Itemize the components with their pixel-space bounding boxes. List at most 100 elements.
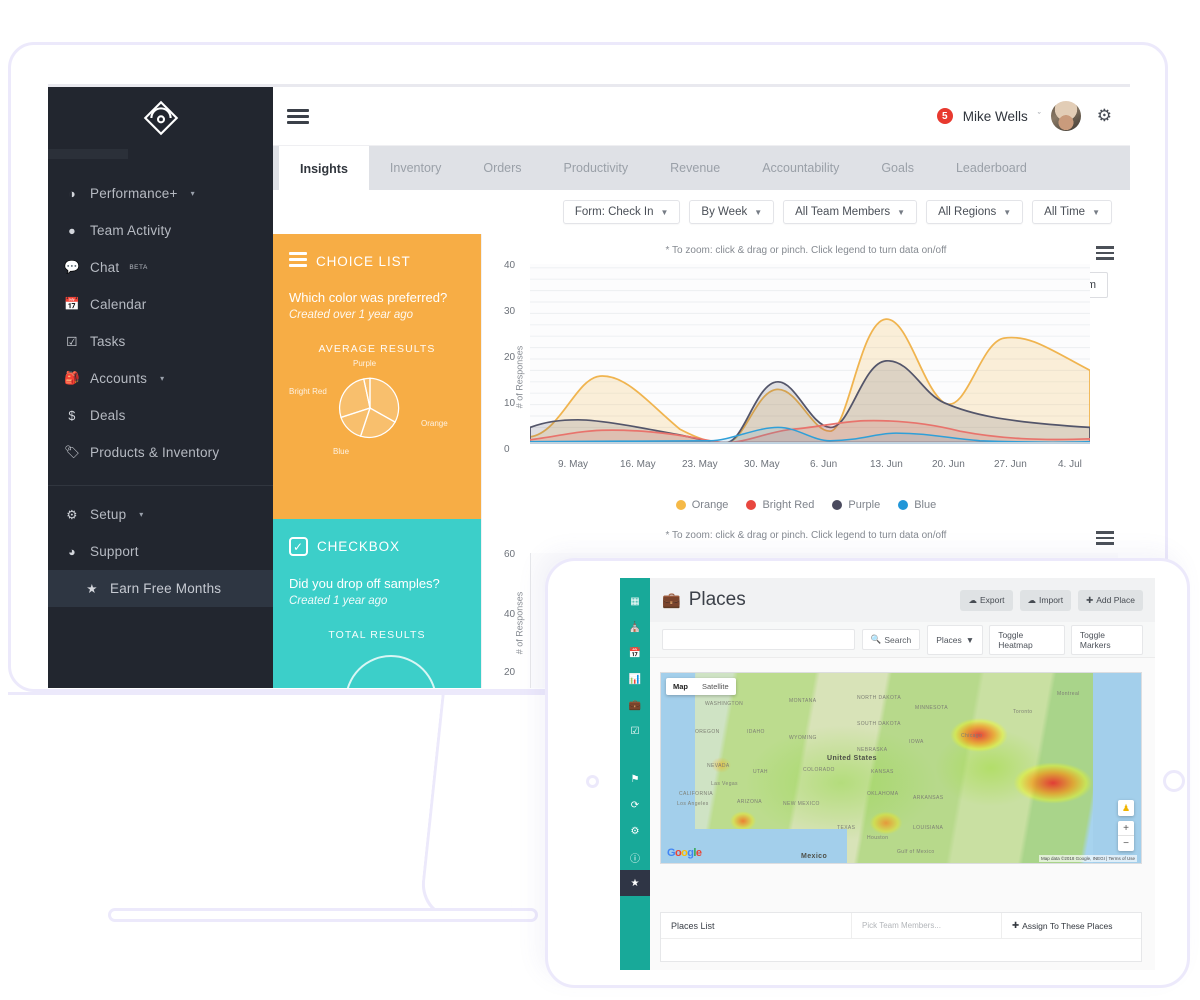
legend-item-purple[interactable]: Purple [832,499,880,511]
map-label: TEXAS [837,825,856,831]
question-card-choice-list[interactable]: CHOICE LIST Which color was preferred? C… [273,234,481,519]
dashboard-icon[interactable]: ▦ [620,588,650,614]
filter-regions[interactable]: All Regions ▼ [926,200,1024,224]
legend-item-bright-red[interactable]: Bright Red [746,499,814,511]
sidebar-nav-primary: ◑ Performance+ ▾ ● Team Activity 💬 Chat … [48,159,273,471]
map-container[interactable]: Map Satellite WASHINGTON MONTANA NORTH D… [660,672,1142,864]
info-icon[interactable]: ⓘ [620,844,650,870]
map-label: Chicago [961,733,983,739]
pegman-icon[interactable]: ♟ [1118,800,1134,816]
map-label: WASHINGTON [705,701,744,707]
import-button[interactable]: ☁ Import [1019,589,1072,611]
places-dropdown[interactable]: Places ▼ [927,624,984,655]
sidebar-item-team-activity[interactable]: ● Team Activity [48,212,273,249]
card-type-label: CHECKBOX [317,539,400,554]
map-toggle-satellite[interactable]: Satellite [695,678,736,695]
sidebar-item-tasks[interactable]: ☑ Tasks [48,323,273,360]
avatar[interactable] [1050,101,1081,131]
add-place-button[interactable]: ✚ Add Place [1078,589,1143,611]
toggle-heatmap-button[interactable]: Toggle Heatmap [989,624,1065,655]
pie-chart[interactable]: Purple Bright Red Orange Blue [289,359,465,461]
gear-icon[interactable]: ⚙ [1097,106,1112,126]
team-members-input[interactable]: Pick Team Members... [851,913,1001,939]
y-tick: 40 [504,260,516,271]
sidebar-item-deals[interactable]: $ Deals [48,397,273,434]
gear-icon[interactable]: ⚙ [620,818,650,844]
sidebar-item-performance[interactable]: ◑ Performance+ ▾ [48,175,273,212]
chevron-down-icon[interactable]: ˇ [1038,111,1041,121]
chevron-down-icon: ▾ [139,510,144,519]
sidebar-item-label: Support [90,544,139,559]
chart-icon[interactable]: 📊 [620,666,650,692]
user-name[interactable]: Mike Wells [963,109,1028,124]
sidebar-item-chat[interactable]: 💬 Chat BETA [48,249,273,286]
toggle-markers-button[interactable]: Toggle Markers [1070,624,1143,655]
tab-goals[interactable]: Goals [860,146,935,190]
sidebar-item-label: Products & Inventory [90,445,220,460]
home-icon[interactable]: ⛪ [620,614,650,640]
cloud-download-icon: ☁ [968,594,977,605]
donut-chart[interactable] [289,641,465,688]
app-logo[interactable] [48,87,273,149]
search-input[interactable] [662,629,855,650]
card-results-label: AVERAGE RESULTS [318,343,436,355]
tab-orders[interactable]: Orders [462,146,542,190]
chart-plot-area[interactable] [530,264,1090,454]
zoom-out-button[interactable]: − [1118,836,1134,851]
map-label: COLORADO [803,767,835,773]
filter-team-members[interactable]: All Team Members ▼ [783,200,918,224]
briefcase-icon: 🎒 [64,371,80,385]
sidebar-item-setup[interactable]: ⚙ Setup ▾ [48,496,273,533]
tab-revenue[interactable]: Revenue [649,146,741,190]
chart-menu-icon[interactable] [1096,531,1114,548]
monitor-stand-neck [417,690,535,920]
flag-icon[interactable]: ⚑ [620,766,650,792]
tablet-home-button[interactable] [1163,770,1185,792]
calendar-icon[interactable]: 📅 [620,640,650,666]
x-tick: 9. May [558,459,589,470]
tab-accountability[interactable]: Accountability [741,146,860,190]
chart-menu-icon[interactable] [1096,246,1114,263]
chart-panel-choice-list: * To zoom: click & drag or pinch. Click … [481,234,1130,519]
tab-leaderboard[interactable]: Leaderboard [935,146,1048,190]
insight-row-choice-list: CHOICE LIST Which color was preferred? C… [273,234,1130,519]
tablet-sidebar: ▦ ⛪ 📅 📊 💼 ☑ ⚑ ⟳ ⚙ ⓘ ★ [620,578,650,970]
map-type-toggle[interactable]: Map Satellite [666,678,736,695]
legend-item-blue[interactable]: Blue [898,499,936,511]
sidebar-item-earn-free-months[interactable]: ★ Earn Free Months [48,570,273,607]
tab-inventory[interactable]: Inventory [369,146,462,190]
filter-label: All Regions [938,206,997,218]
places-header: 💼 Places ☁ Export ☁ Import ✚ Add Place [650,578,1155,622]
sidebar-item-accounts[interactable]: 🎒 Accounts ▾ [48,360,273,397]
map-label: Montreal [1057,691,1080,697]
export-button[interactable]: ☁ Export [960,589,1013,611]
question-card-checkbox[interactable]: ✓ CHECKBOX Did you drop off samples? Cre… [273,519,481,688]
briefcase-icon[interactable]: 💼 [620,692,650,718]
tablet-screen: ▦ ⛪ 📅 📊 💼 ☑ ⚑ ⟳ ⚙ ⓘ ★ 💼 Places ☁ Export [620,578,1155,970]
card-created: Created 1 year ago [289,595,388,607]
card-question: Which color was preferred? [289,290,448,305]
star-icon[interactable]: ★ [620,870,650,896]
filter-form[interactable]: Form: Check In ▼ [562,200,681,224]
sidebar-item-support[interactable]: ◕ Support [48,533,273,570]
check-square-icon[interactable]: ☑ [620,718,650,744]
map-toggle-map[interactable]: Map [666,678,695,695]
filter-label: All Time [1044,206,1086,218]
notification-badge[interactable]: 5 [936,108,953,124]
sidebar-item-calendar[interactable]: 📅 Calendar [48,286,273,323]
hamburger-icon[interactable] [287,106,309,127]
zoom-in-button[interactable]: + [1118,821,1134,836]
sidebar-divider [48,485,273,486]
sidebar-item-products-inventory[interactable]: 🏷 Products & Inventory [48,434,273,471]
search-button[interactable]: 🔍 Search [861,629,921,650]
assign-to-places-button[interactable]: ✚ Assign To These Places [1001,913,1141,939]
map-label: LOUISIANA [913,825,944,831]
tab-insights[interactable]: Insights [279,146,369,190]
page-title: Places [688,589,746,610]
filter-time[interactable]: All Time ▼ [1032,200,1112,224]
filter-period[interactable]: By Week ▼ [689,200,775,224]
tab-productivity[interactable]: Productivity [543,146,650,190]
refresh-icon[interactable]: ⟳ [620,792,650,818]
x-tick: 30. May [744,459,780,470]
legend-item-orange[interactable]: Orange [675,499,728,511]
